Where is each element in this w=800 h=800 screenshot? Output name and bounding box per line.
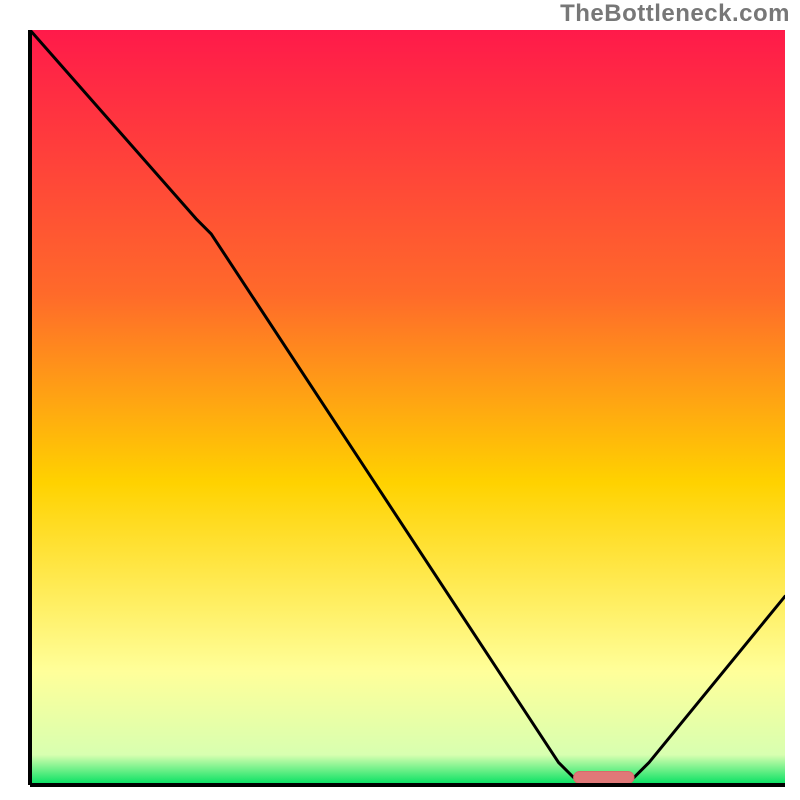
heat-gradient (30, 30, 785, 785)
chart-svg (0, 0, 800, 800)
optimal-marker (574, 771, 634, 783)
chart-container: { "watermark": "TheBottleneck.com", "col… (0, 0, 800, 800)
watermark-text: TheBottleneck.com (560, 0, 790, 28)
